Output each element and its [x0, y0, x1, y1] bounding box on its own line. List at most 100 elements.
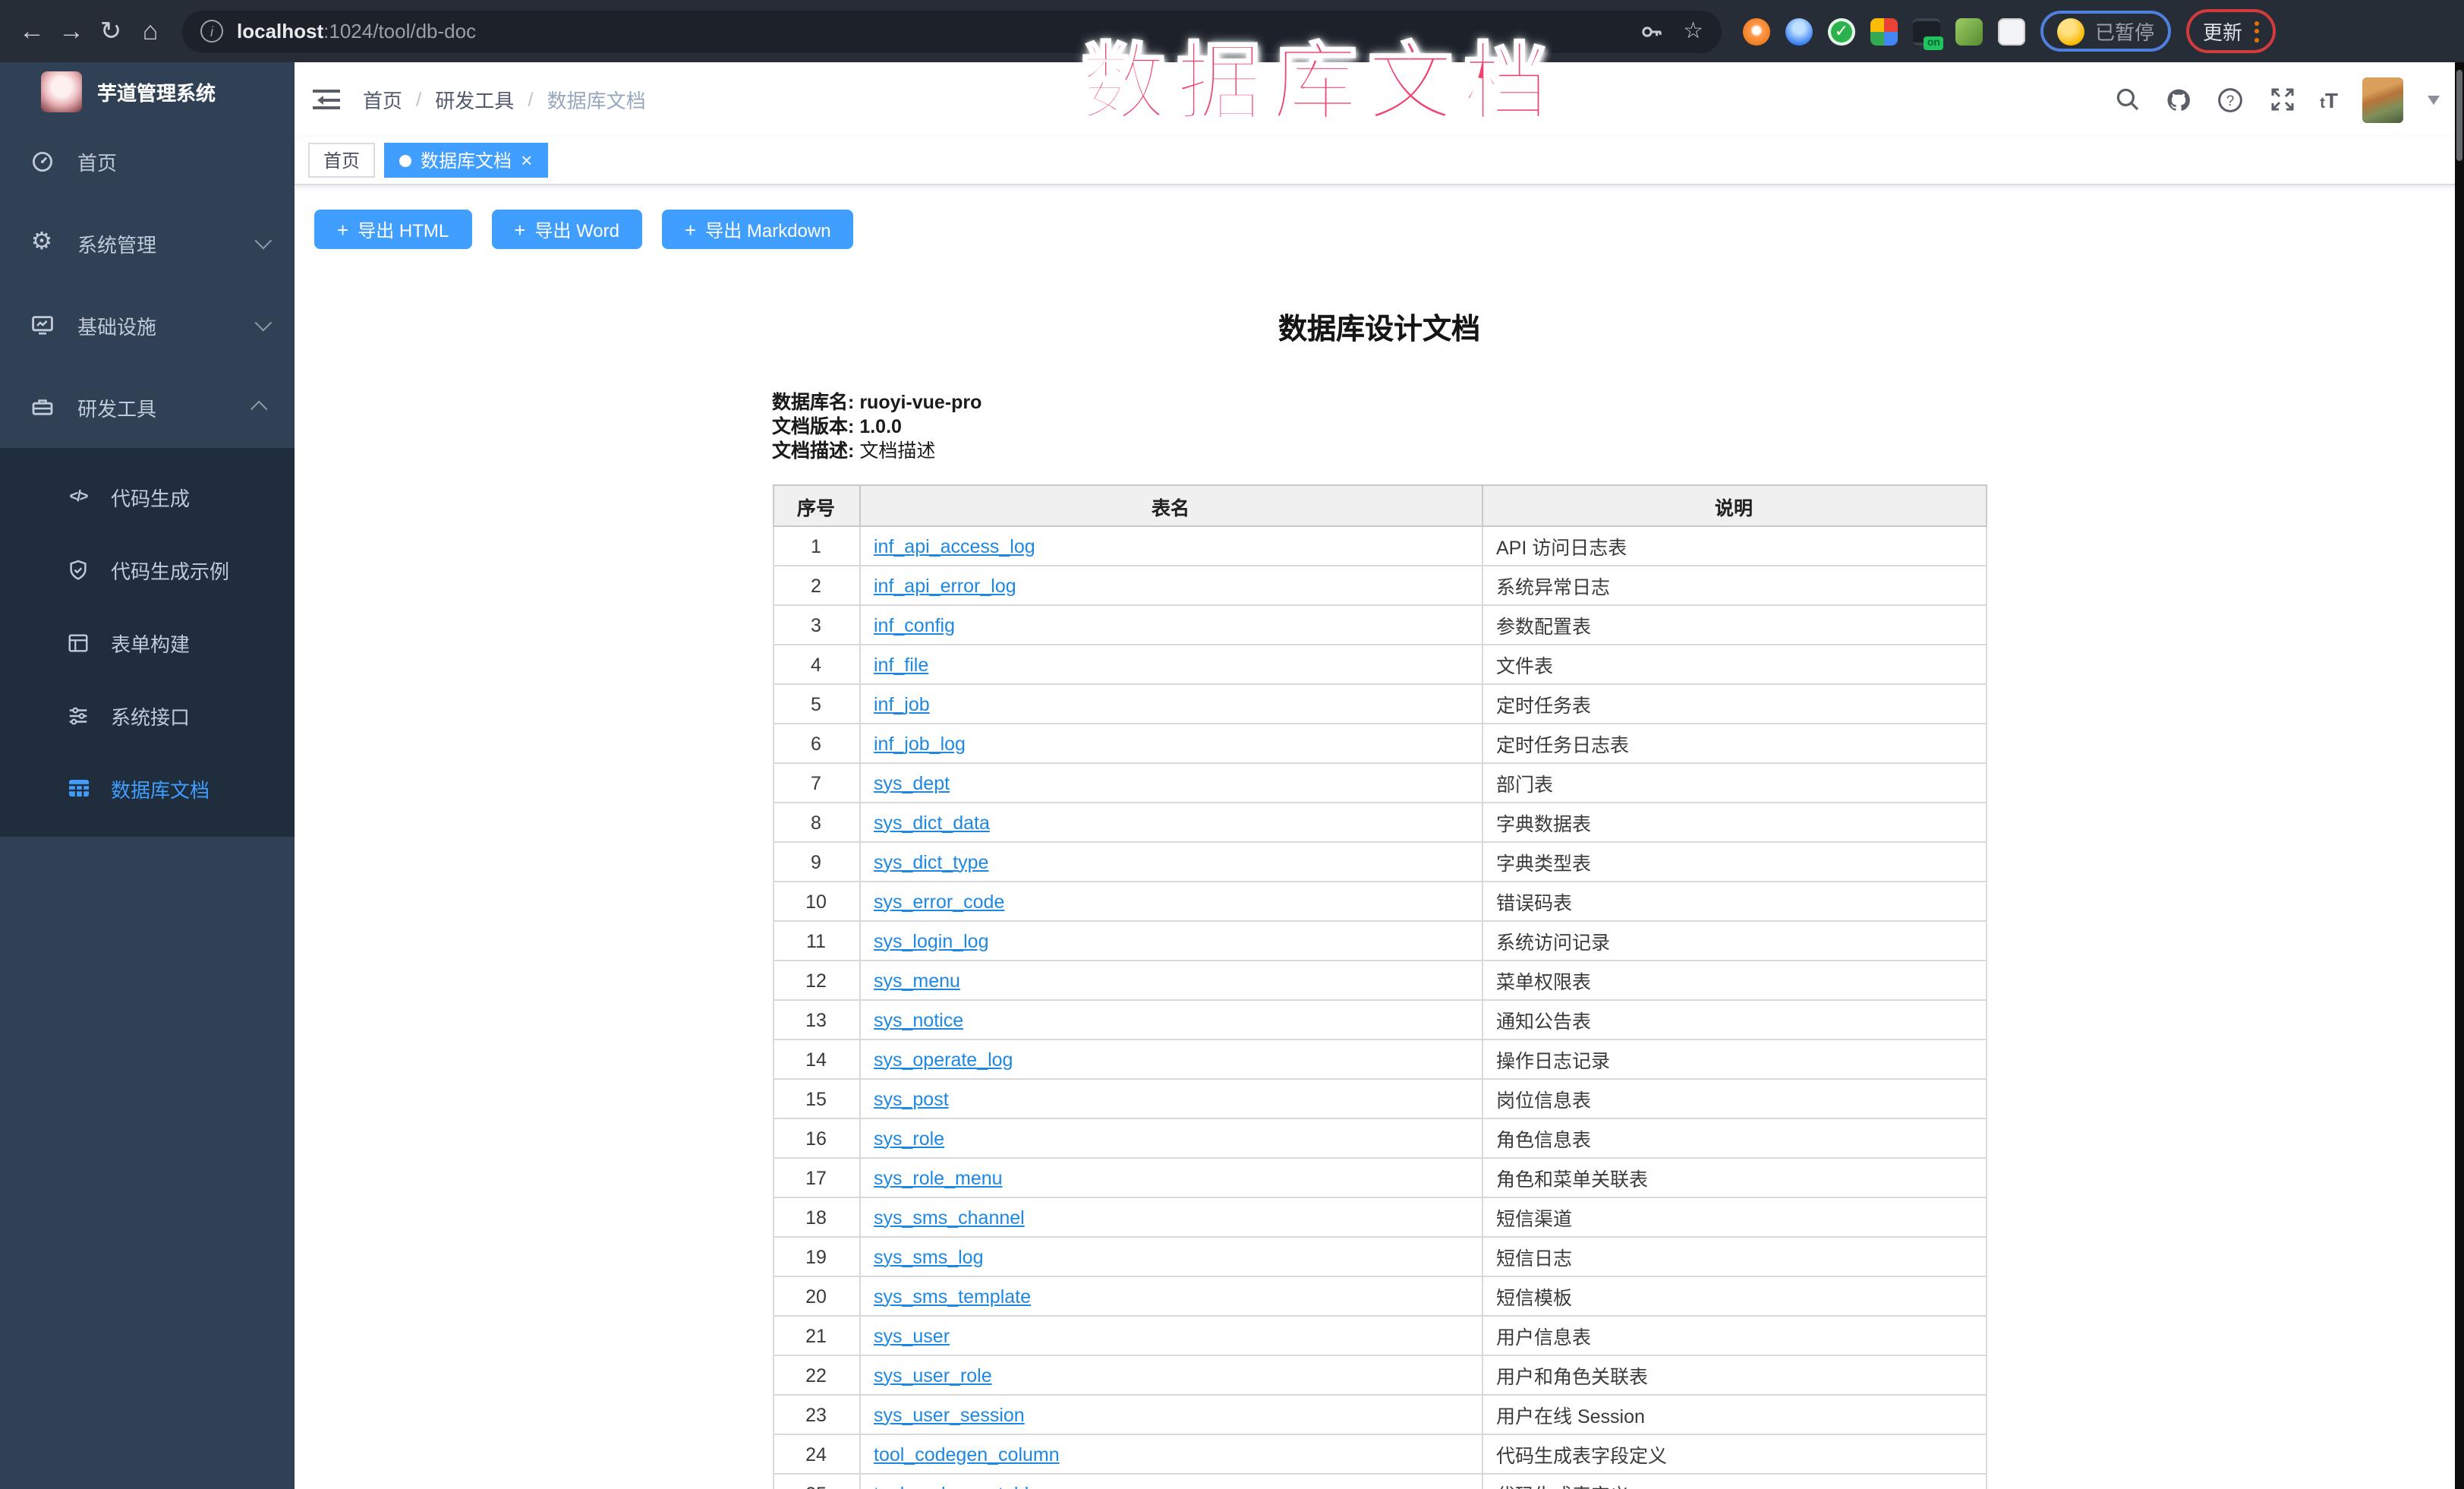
table-name-link[interactable]: sys_role_menu: [874, 1167, 1003, 1188]
dashboard-icon: [29, 148, 55, 174]
extension-on-badge-icon[interactable]: on: [1913, 17, 1940, 45]
table-name-link[interactable]: sys_dept: [874, 772, 950, 793]
table-row: 6inf_job_log定时任务日志表: [773, 724, 1986, 763]
forward-icon[interactable]: →: [52, 18, 91, 44]
table-name-link[interactable]: sys_operate_log: [874, 1049, 1013, 1070]
table-name-link[interactable]: sys_menu: [874, 970, 960, 991]
scrollbar-thumb[interactable]: [2456, 70, 2462, 161]
table-name-link[interactable]: sys_sms_template: [874, 1286, 1031, 1307]
table-name-link[interactable]: tool_codegen_table: [874, 1483, 1039, 1489]
row-index: 4: [773, 645, 859, 684]
sidebar-item-infra[interactable]: 基础设施: [0, 284, 295, 366]
table-row: 2inf_api_error_log系统异常日志: [773, 566, 1986, 605]
row-table-name: sys_user_session: [859, 1395, 1482, 1434]
search-icon[interactable]: [2113, 86, 2141, 113]
extension-green-check-icon[interactable]: ✓: [1828, 17, 1855, 45]
table-name-link[interactable]: sys_dict_type: [874, 851, 988, 872]
row-index: 15: [773, 1079, 859, 1118]
breadcrumb-home[interactable]: 首页: [363, 85, 402, 114]
info-value: ruoyi-vue-pro: [859, 392, 982, 413]
table-name-link[interactable]: inf_api_error_log: [874, 575, 1016, 596]
row-description: 通知公告表: [1482, 1000, 1986, 1039]
doc-title: 数据库设计文档: [772, 307, 1987, 348]
page-scrollbar[interactable]: [2455, 62, 2464, 1489]
emoji-extension-icon[interactable]: [2057, 17, 2084, 45]
user-avatar[interactable]: [2362, 77, 2403, 122]
row-description: 定时任务表: [1482, 684, 1986, 724]
sidebar-item-home[interactable]: 首页: [0, 120, 295, 202]
extension-leaf-icon[interactable]: [1955, 17, 1983, 45]
back-icon[interactable]: ←: [12, 18, 52, 44]
table-name-link[interactable]: sys_sms_channel: [874, 1207, 1025, 1228]
table-row: 7sys_dept部门表: [773, 763, 1986, 803]
sidebar-collapse-icon[interactable]: [313, 90, 340, 109]
submenu-item-label: 数据库文档: [111, 774, 210, 803]
table-name-link[interactable]: sys_user_session: [874, 1404, 1025, 1425]
tag-home[interactable]: 首页: [308, 143, 375, 178]
github-icon[interactable]: [2165, 86, 2192, 113]
row-table-name: tool_codegen_table: [859, 1474, 1482, 1489]
table-row: 11sys_login_log系统访问记录: [773, 921, 1986, 961]
table-name-link[interactable]: sys_dict_data: [874, 812, 990, 833]
info-label: 文档版本:: [772, 416, 854, 437]
export-markdown-button[interactable]: + 导出 Markdown: [662, 210, 854, 249]
user-menu-caret-icon[interactable]: [2428, 96, 2440, 111]
extension-blue-icon[interactable]: [1785, 17, 1813, 45]
table-name-link[interactable]: inf_file: [874, 654, 928, 675]
extension-grid-icon[interactable]: [1870, 17, 1898, 45]
table-row: 14sys_operate_log操作日志记录: [773, 1039, 1986, 1079]
row-index: 9: [773, 842, 859, 882]
table-name-link[interactable]: sys_role: [874, 1128, 944, 1149]
password-key-icon[interactable]: [1637, 17, 1665, 45]
submenu-item-codegen[interactable]: </> 代码生成: [0, 460, 295, 533]
table-name-link[interactable]: sys_sms_log: [874, 1246, 984, 1267]
submenu-item-api[interactable]: 系统接口: [0, 679, 295, 752]
sidebar-item-label: 首页: [77, 147, 117, 175]
table-name-link[interactable]: tool_codegen_column: [874, 1443, 1060, 1465]
row-index: 23: [773, 1395, 859, 1434]
submenu-item-codegen-demo[interactable]: 代码生成示例: [0, 533, 295, 606]
fullscreen-icon[interactable]: [2268, 86, 2295, 113]
browser-menu-icon[interactable]: [2254, 21, 2259, 42]
chrome-update-button[interactable]: 更新: [2203, 17, 2242, 46]
sidebar-item-devtools[interactable]: 研发工具: [0, 366, 295, 448]
row-index: 12: [773, 961, 859, 1000]
row-description: 参数配置表: [1482, 605, 1986, 645]
extension-orange-icon[interactable]: [1743, 17, 1770, 45]
table-name-link[interactable]: sys_notice: [874, 1009, 963, 1030]
table-name-link[interactable]: sys_user: [874, 1325, 950, 1346]
table-name-link[interactable]: sys_user_role: [874, 1364, 992, 1386]
tag-label: 数据库文档: [421, 147, 512, 173]
submenu-item-label: 系统接口: [111, 701, 190, 730]
export-html-button[interactable]: + 导出 HTML: [314, 210, 471, 249]
reload-icon[interactable]: ↻: [91, 18, 131, 44]
table-name-link[interactable]: inf_config: [874, 614, 955, 636]
table-name-link[interactable]: inf_job_log: [874, 733, 966, 754]
export-word-button[interactable]: + 导出 Word: [491, 210, 642, 249]
site-info-icon[interactable]: i: [200, 20, 223, 43]
table-name-link[interactable]: inf_job: [874, 693, 930, 715]
home-icon[interactable]: ⌂: [131, 18, 170, 44]
table-name-link[interactable]: sys_post: [874, 1088, 949, 1109]
extensions-puzzle-icon[interactable]: [1998, 17, 2025, 45]
submenu-item-form-builder[interactable]: 表单构建: [0, 606, 295, 679]
table-name-link[interactable]: sys_login_log: [874, 930, 989, 951]
extensions-row: ✓ on: [1743, 17, 2025, 45]
font-size-icon[interactable]: tT: [2320, 87, 2338, 112]
table-name-link[interactable]: sys_error_code: [874, 891, 1004, 912]
submenu-item-db-doc[interactable]: 数据库文档: [0, 752, 295, 825]
table-row: 19sys_sms_log短信日志: [773, 1237, 1986, 1276]
table-name-link[interactable]: inf_api_access_log: [874, 535, 1035, 557]
sidebar-logo[interactable]: 芋道管理系统: [0, 62, 295, 120]
table-row: 4inf_file文件表: [773, 645, 1986, 684]
tag-close-icon[interactable]: ×: [521, 150, 532, 170]
help-icon[interactable]: ?: [2217, 86, 2244, 113]
row-index: 19: [773, 1237, 859, 1276]
sidebar-item-system[interactable]: ⚙ 系统管理: [0, 202, 295, 284]
breadcrumb-devtools[interactable]: 研发工具: [435, 85, 514, 114]
bookmark-star-icon[interactable]: ☆: [1683, 20, 1703, 43]
monitor-icon: [29, 312, 55, 338]
row-description: 菜单权限表: [1482, 961, 1986, 1000]
tag-db-doc[interactable]: 数据库文档 ×: [384, 143, 547, 178]
row-table-name: inf_job: [859, 684, 1482, 724]
